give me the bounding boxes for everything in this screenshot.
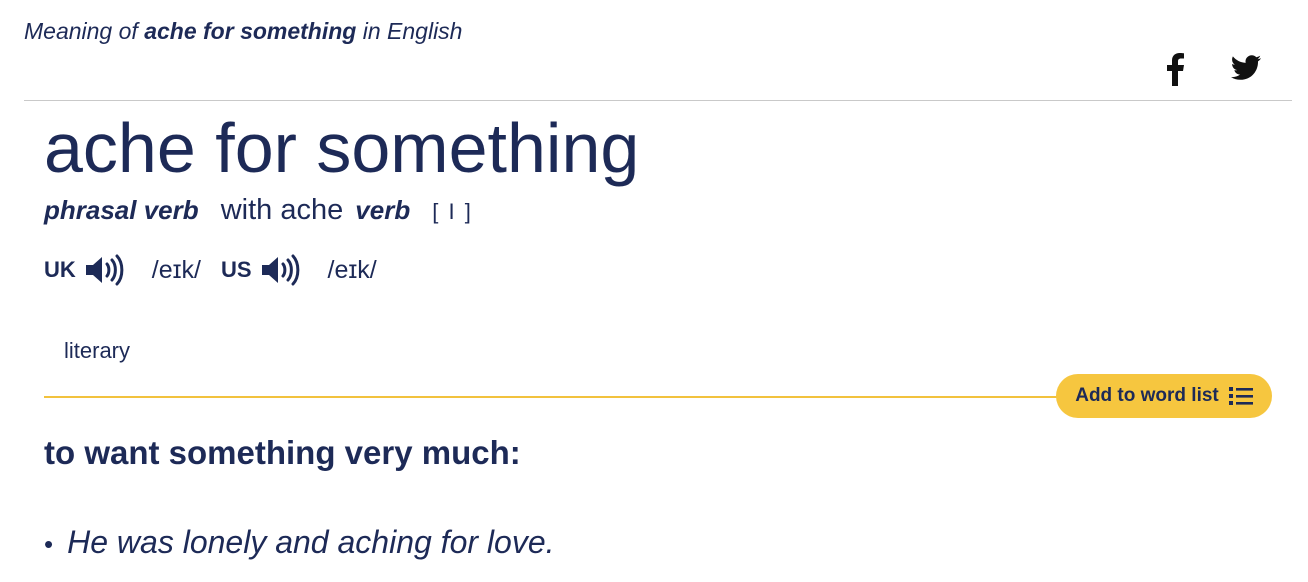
- uk-audio-button[interactable]: [84, 254, 124, 286]
- definition-text: to want something very much:: [44, 434, 521, 471]
- definition-divider: [44, 396, 1084, 398]
- meaning-prefix: Meaning of: [24, 18, 138, 44]
- usage-label: literary: [64, 338, 131, 363]
- add-to-word-list-label: Add to word list: [1075, 385, 1219, 406]
- example-bullet: •: [44, 529, 54, 559]
- with-phrase: with ache: [220, 194, 344, 226]
- meaning-heading: Meaning of ache for something in English: [24, 18, 462, 45]
- region-us-label: US: [220, 257, 252, 282]
- part-of-speech: phrasal verb: [44, 195, 199, 225]
- example-text: He was lonely and aching for love.: [67, 524, 555, 560]
- facebook-icon: [1167, 53, 1184, 86]
- speaker-icon: [85, 254, 124, 286]
- speaker-icon: [261, 254, 299, 286]
- grammar-code: [ I ]: [432, 199, 473, 224]
- meaning-term: ache for something: [144, 18, 357, 44]
- example-sentence: • He was lonely and aching for love.: [44, 524, 555, 561]
- region-uk-label: UK: [44, 257, 76, 282]
- list-icon: [1228, 386, 1253, 406]
- headword: ache for something: [44, 109, 640, 187]
- meaning-suffix: in English: [362, 18, 463, 44]
- us-ipa: /eɪk/: [327, 255, 377, 284]
- facebook-share-button[interactable]: [1162, 52, 1188, 91]
- us-audio-button[interactable]: [260, 254, 300, 286]
- part-of-speech-line: phrasal verb with ache verb [ I ]: [44, 194, 473, 227]
- twitter-icon: [1230, 55, 1262, 80]
- add-to-word-list-button[interactable]: Add to word list: [1056, 374, 1272, 418]
- header-divider: [24, 100, 1292, 101]
- pronunciation-line: UK /eɪk/ US /eɪk/: [44, 254, 397, 286]
- twitter-share-button[interactable]: [1230, 52, 1262, 87]
- verb-label: verb: [355, 195, 411, 225]
- uk-ipa: /eɪk/: [151, 255, 201, 284]
